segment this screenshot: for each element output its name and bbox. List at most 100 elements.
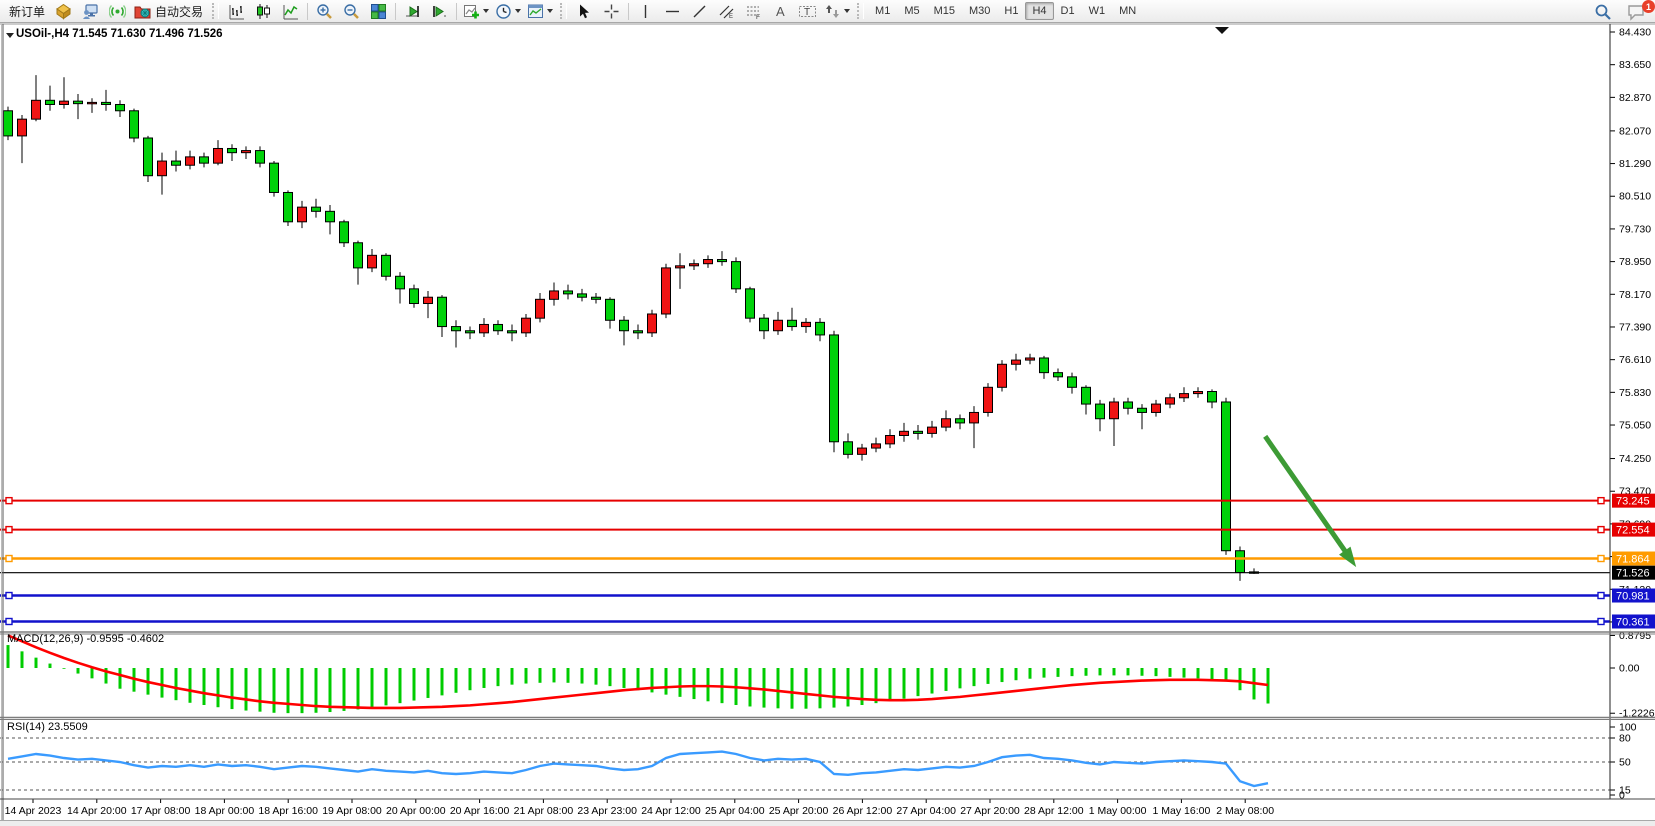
hosting-button[interactable]: [77, 0, 104, 23]
computer-user-icon: [82, 3, 99, 20]
date-axis-label: 19 Apr 08:00: [322, 805, 382, 817]
date-axis-label: 27 Apr 04:00: [896, 805, 956, 817]
candlestick-chart-button[interactable]: [250, 0, 277, 23]
svg-text:F: F: [756, 14, 760, 20]
candle-bull: [942, 419, 951, 427]
timeframe-w1-button[interactable]: W1: [1082, 2, 1113, 20]
text-label-button[interactable]: T: [794, 0, 821, 23]
text-button[interactable]: A: [767, 0, 794, 23]
candle-bull: [186, 157, 195, 165]
toolbar-grip[interactable]: [560, 3, 567, 19]
price-label-text: 70.361: [1616, 616, 1650, 628]
candle-bear: [144, 138, 153, 176]
line-handle[interactable]: [1598, 593, 1604, 599]
crosshair-button[interactable]: [598, 0, 625, 23]
symbol-dropdown-icon[interactable]: [6, 33, 14, 38]
line-handle[interactable]: [6, 593, 12, 599]
candle-bear: [956, 419, 965, 423]
periods-button[interactable]: [492, 0, 524, 23]
templates-button[interactable]: [524, 0, 556, 23]
timeframe-m5-button[interactable]: M5: [897, 2, 926, 20]
horizontal-line-button[interactable]: [659, 0, 686, 23]
candle-bear: [1068, 377, 1077, 387]
timeframe-mn-button[interactable]: MN: [1112, 2, 1143, 20]
price-axis-tick-label: 78.170: [1619, 289, 1651, 301]
line-handle[interactable]: [1598, 527, 1604, 533]
candle-bull: [690, 264, 699, 266]
date-axis-label: 17 Apr 08:00: [131, 805, 191, 817]
toolbar-grip[interactable]: [857, 3, 864, 19]
price-label-text: 70.981: [1616, 590, 1650, 602]
line-handle[interactable]: [6, 527, 12, 533]
text-icon: A: [773, 3, 788, 20]
candle-bull: [998, 364, 1007, 387]
candle-bear: [732, 262, 741, 289]
new-order-button[interactable]: 新订单: [4, 0, 50, 23]
timeframe-m1-button[interactable]: M1: [868, 2, 897, 20]
dropdown-arrow-icon: [515, 9, 521, 13]
vertical-line-button[interactable]: [632, 0, 659, 23]
timeframe-m15-button[interactable]: M15: [927, 2, 962, 20]
line-handle[interactable]: [1598, 556, 1604, 562]
price-label-text: 73.245: [1616, 495, 1650, 507]
dropdown-arrow-icon: [547, 9, 553, 13]
channel-button[interactable]: E: [713, 0, 740, 23]
svg-text:T: T: [804, 7, 810, 18]
auto-trading-button[interactable]: 自动交易: [131, 0, 208, 23]
search-button[interactable]: [1589, 0, 1616, 23]
date-axis-label: 25 Apr 20:00: [769, 805, 829, 817]
price-axis-tick-label: 82.070: [1619, 125, 1651, 137]
market-button[interactable]: [50, 0, 77, 23]
timeframe-h1-button[interactable]: H1: [997, 2, 1025, 20]
date-axis-label: 14 Apr 20:00: [67, 805, 127, 817]
timeframe-d1-button[interactable]: D1: [1054, 2, 1082, 20]
candle-bull: [298, 207, 307, 222]
new-order-label: 新订单: [7, 3, 47, 20]
candle-bear: [1138, 408, 1147, 412]
chart-shift-button[interactable]: [426, 0, 453, 23]
zoom-in-button[interactable]: [311, 0, 338, 23]
timeframe-m30-button[interactable]: M30: [962, 2, 997, 20]
bar-chart-button[interactable]: [223, 0, 250, 23]
chat-button[interactable]: 1: [1622, 0, 1649, 23]
date-axis-label: 28 Apr 12:00: [1024, 805, 1084, 817]
arrow-annotation-shaft[interactable]: [1265, 436, 1347, 554]
fibonacci-button[interactable]: F: [740, 0, 767, 23]
candle-bear: [228, 148, 237, 152]
line-handle[interactable]: [1598, 618, 1604, 624]
date-axis-label: 21 Apr 08:00: [514, 805, 574, 817]
candle-bull: [1110, 402, 1119, 419]
arrows-button[interactable]: [821, 0, 853, 23]
chart-canvas[interactable]: 84.43083.65082.87082.07081.29080.51079.7…: [0, 23, 1655, 826]
indicators-button[interactable]: [460, 0, 492, 23]
line-handle[interactable]: [6, 498, 12, 504]
toolbar-separator: [628, 3, 629, 20]
candle-bull: [648, 314, 657, 333]
date-axis-label: 26 Apr 12:00: [833, 805, 893, 817]
chart-shift-marker-icon[interactable]: [1215, 27, 1229, 34]
trendline-button[interactable]: [686, 0, 713, 23]
price-label-text: 72.554: [1616, 524, 1650, 536]
line-handle[interactable]: [6, 618, 12, 624]
candle-bear: [284, 192, 293, 221]
candle-bear: [438, 297, 447, 326]
date-axis-label: 1 May 00:00: [1089, 805, 1147, 817]
timeframe-h4-button[interactable]: H4: [1025, 2, 1053, 20]
price-axis-tick-label: 74.250: [1619, 453, 1651, 465]
candle-bull: [802, 322, 811, 326]
toolbar-grip[interactable]: [212, 3, 219, 19]
zoom-out-button[interactable]: [338, 0, 365, 23]
auto-scroll-button[interactable]: [399, 0, 426, 23]
tile-windows-button[interactable]: [365, 0, 392, 23]
candle-bull: [158, 161, 167, 176]
cursor-button[interactable]: [571, 0, 598, 23]
candle-bull: [984, 387, 993, 412]
signals-button[interactable]: [104, 0, 131, 23]
line-chart-button[interactable]: [277, 0, 304, 23]
candle-bear: [4, 111, 13, 136]
candle-bear: [1208, 392, 1217, 402]
line-handle[interactable]: [1598, 498, 1604, 504]
candle-bear: [760, 318, 769, 331]
bar-chart-icon: [228, 3, 245, 20]
line-handle[interactable]: [6, 556, 12, 562]
